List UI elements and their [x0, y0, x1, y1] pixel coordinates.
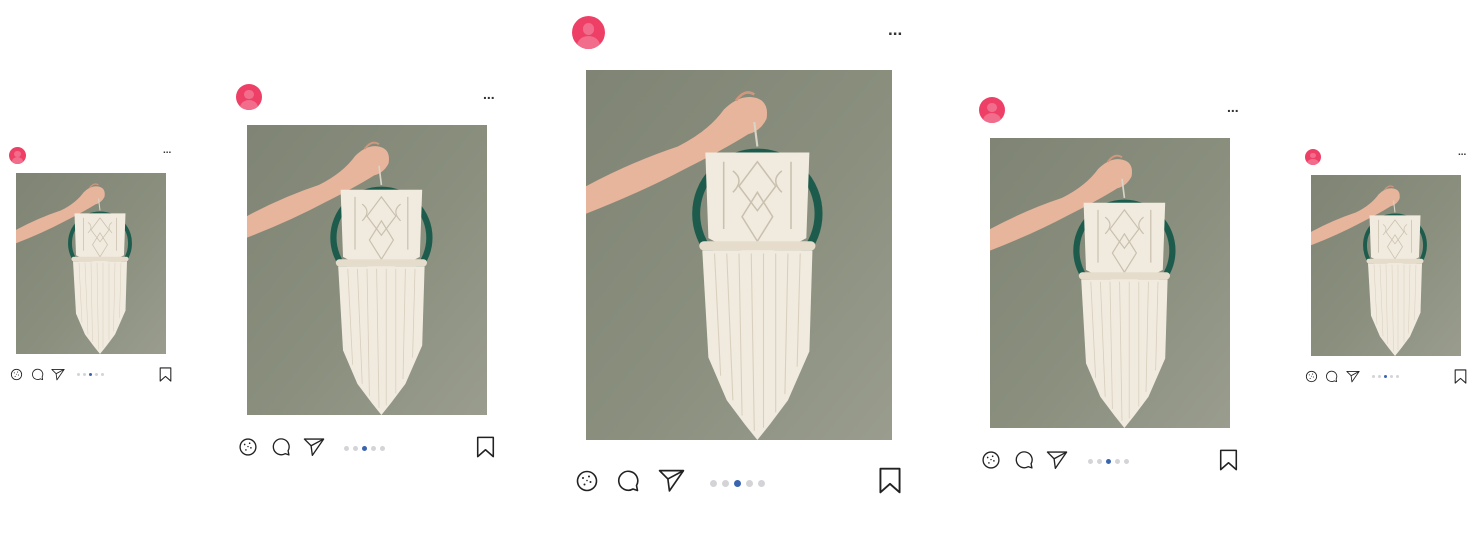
avatar[interactable] — [1305, 149, 1321, 165]
carousel-dot — [1390, 375, 1393, 378]
bookmark-icon[interactable] — [1454, 369, 1467, 384]
carousel-dot — [1372, 375, 1375, 378]
comment-bubble-icon[interactable] — [1325, 370, 1338, 383]
more-options-button[interactable]: ... — [1458, 148, 1466, 158]
carousel-indicator — [1372, 375, 1399, 378]
carousel-dot — [1396, 375, 1399, 378]
post-photo[interactable] — [1311, 175, 1461, 356]
carousel-dot-active — [1384, 375, 1387, 378]
paper-plane-icon[interactable] — [1346, 370, 1360, 383]
cookie-icon[interactable] — [1305, 370, 1318, 383]
carousel-dot — [1378, 375, 1381, 378]
post-far-right: ... — [0, 0, 1478, 539]
